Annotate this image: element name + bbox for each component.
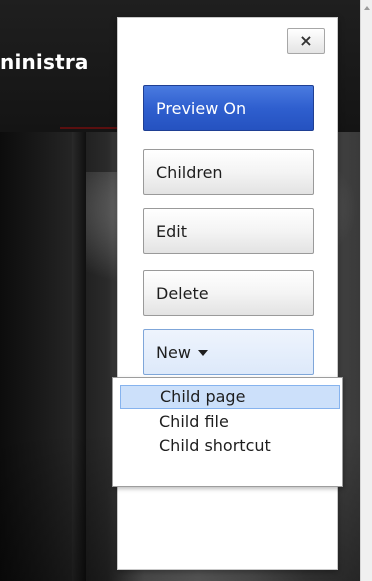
children-button[interactable]: Children <box>143 149 314 195</box>
page-scrollbar[interactable] <box>360 0 372 581</box>
delete-button[interactable]: Delete <box>143 270 314 316</box>
menu-item-label: Child shortcut <box>159 436 271 455</box>
menu-item-child-page[interactable]: Child page <box>120 385 340 409</box>
chevron-down-icon <box>197 350 208 356</box>
scroll-up-arrow-icon[interactable] <box>364 6 370 10</box>
preview-on-button[interactable]: Preview On <box>143 85 314 131</box>
edit-actions-panel: × Preview On Children Edit Delete New <box>117 17 338 570</box>
new-dropdown-menu: Child page Child file Child shortcut <box>112 377 343 487</box>
menu-item-child-shortcut[interactable]: Child shortcut <box>120 434 340 458</box>
close-icon: × <box>299 31 313 50</box>
new-dropdown-button[interactable]: New <box>143 329 314 375</box>
menu-item-child-file[interactable]: Child file <box>120 410 340 434</box>
delete-label: Delete <box>156 283 209 303</box>
children-label: Children <box>156 162 223 182</box>
new-label: New <box>156 342 191 362</box>
edit-button[interactable]: Edit <box>143 208 314 254</box>
preview-on-label: Preview On <box>156 98 247 118</box>
header-title: ninistra <box>0 50 89 74</box>
edit-label: Edit <box>156 221 187 241</box>
close-button[interactable]: × <box>287 28 325 54</box>
menu-item-label: Child file <box>159 412 229 431</box>
menu-item-label: Child page <box>160 387 246 406</box>
